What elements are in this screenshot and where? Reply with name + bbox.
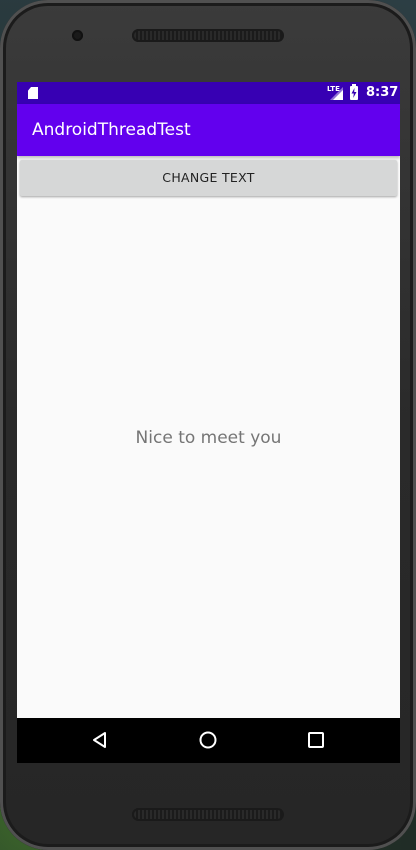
navigation-bar — [17, 718, 400, 763]
status-bar: LTE 8:37 — [17, 82, 400, 104]
recents-icon[interactable] — [306, 730, 326, 750]
change-text-button[interactable]: CHANGE TEXT — [20, 160, 397, 196]
top-speaker-grille — [132, 29, 284, 42]
app-bar: AndroidThreadTest — [17, 104, 400, 156]
app-title: AndroidThreadTest — [32, 120, 191, 140]
device-screen: LTE 8:37 AndroidThreadTest CHANGE TEXT N… — [17, 82, 400, 763]
home-icon[interactable] — [198, 730, 218, 750]
message-text: Nice to meet you — [135, 428, 282, 448]
signal-icon — [330, 87, 343, 100]
bottom-speaker-grille — [132, 808, 284, 821]
sd-card-icon — [28, 87, 38, 99]
battery-charging-icon — [350, 84, 358, 100]
back-icon[interactable] — [90, 730, 110, 750]
status-clock: 8:37 — [366, 85, 399, 100]
phone-frame: LTE 8:37 AndroidThreadTest CHANGE TEXT N… — [0, 0, 416, 850]
front-camera — [72, 30, 83, 41]
